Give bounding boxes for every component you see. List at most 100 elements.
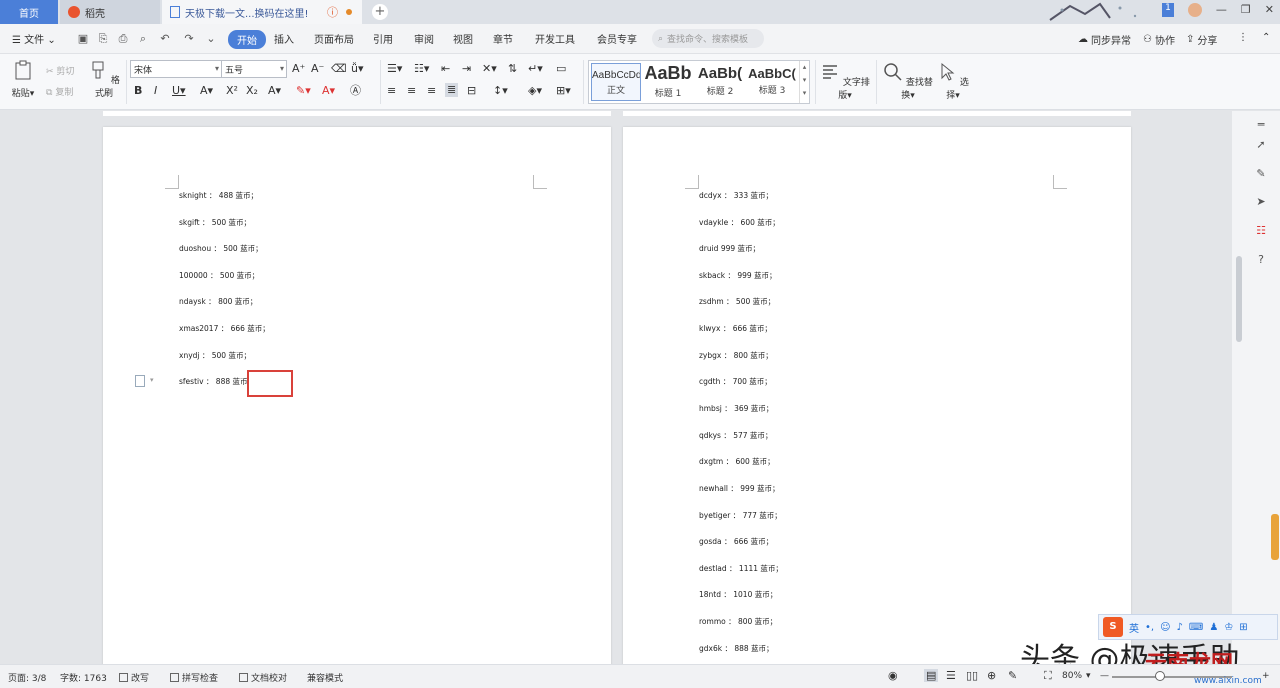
restore-button[interactable]: ❐ (1241, 3, 1251, 17)
fit-page-icon[interactable]: ⛶ (1044, 669, 1052, 683)
cut-button[interactable]: ✂ 剪切 (46, 64, 74, 77)
align-right-icon[interactable]: ≡ (427, 84, 436, 98)
font-color-icon[interactable]: A▾ (322, 84, 335, 98)
pen-icon[interactable]: ✎ (1254, 167, 1268, 181)
bullet-list-icon[interactable]: ☰▾ (387, 62, 402, 76)
print-icon[interactable]: ⎙ (116, 32, 130, 46)
text-layout-button[interactable]: 文字排版▾ (820, 62, 870, 101)
zoom-in-button[interactable]: + (1262, 671, 1270, 681)
menu-page-layout[interactable]: 页面布局 (314, 31, 354, 46)
tab-home[interactable]: 首页 (0, 0, 58, 24)
collab-button[interactable]: ⚇ 协作 (1143, 32, 1175, 47)
new-tab-button[interactable]: + (372, 4, 388, 20)
badge-count[interactable]: 1 (1162, 3, 1174, 17)
print-preview-icon[interactable]: ⌕ (136, 32, 150, 46)
share-button[interactable]: ⇪ 分享 (1186, 32, 1217, 47)
menu-dev-tools[interactable]: 开发工具 (535, 31, 575, 46)
shading-icon[interactable]: ◈▾ (528, 84, 542, 98)
emoji-icon[interactable]: ☺ (1160, 622, 1170, 633)
proofread-toggle[interactable]: 文档校对 (239, 671, 287, 684)
adjust-icon[interactable]: ☷ (1254, 224, 1268, 238)
pointer-icon[interactable]: ➤ (1254, 195, 1268, 209)
sync-status-button[interactable]: ☁ 同步异常 (1078, 32, 1131, 47)
style-normal[interactable]: AaBbCcDd 正文 (591, 63, 641, 101)
minimize-button[interactable]: — (1216, 3, 1227, 17)
tab-daoke[interactable]: 稻壳 (60, 0, 160, 24)
redo-icon[interactable]: ↷ (182, 32, 196, 46)
page-view-icon[interactable]: ▤ (924, 669, 939, 682)
chinese-layout-icon[interactable]: ✕▾ (482, 62, 497, 76)
web-view-icon[interactable]: ⊕ (987, 669, 996, 682)
zoom-level[interactable]: 80% (1062, 671, 1082, 681)
paragraph-doc-icon[interactable] (135, 375, 145, 387)
text-effect-icon[interactable]: A▾ (268, 84, 281, 98)
distribute-icon[interactable]: ⊟ (467, 84, 476, 98)
borders-icon[interactable]: ⊞▾ (556, 84, 571, 98)
eye-protect-icon[interactable]: ◉ (888, 669, 898, 682)
font-size-select[interactable]: 五号 ▾ (221, 60, 287, 78)
increase-indent-icon[interactable]: ⇥ (462, 62, 471, 76)
export-icon[interactable]: ⎘ (96, 32, 110, 46)
ime-lang-toggle[interactable]: 英 (1129, 620, 1139, 635)
zoom-dropdown-icon[interactable]: ▾ (1086, 671, 1091, 681)
avatar[interactable] (1187, 3, 1202, 17)
vertical-scrollbar[interactable] (1234, 111, 1244, 664)
collapse-ribbon-icon[interactable]: ⌃ (1262, 32, 1270, 43)
word-count[interactable]: 字数: 1763 (60, 671, 107, 684)
customize-icon[interactable]: ⌄ (204, 32, 218, 46)
collapse-panel-icon[interactable]: ═ (1254, 118, 1268, 132)
menu-chapter[interactable]: 章节 (493, 31, 513, 46)
style-heading-3[interactable]: AaBbC( 标题 3 (747, 63, 797, 101)
line-spacing-icon[interactable]: ↕▾ (493, 84, 508, 98)
font-name-select[interactable]: 宋体 ▾ (130, 60, 222, 78)
menu-insert[interactable]: 插入 (274, 31, 294, 46)
write-view-icon[interactable]: ✎ (1008, 669, 1017, 682)
menu-member[interactable]: 会员专享 (597, 31, 637, 46)
paste-button[interactable]: 粘贴▾ (8, 60, 38, 99)
file-menu[interactable]: ☰ 文件 ⌄ (12, 31, 56, 46)
page-indicator[interactable]: 页面: 3/8 (8, 671, 46, 684)
clear-format-icon[interactable]: ⌫ (331, 62, 347, 76)
strikethrough-icon[interactable]: A▾ (200, 84, 213, 98)
rocket-icon[interactable]: ➚ (1254, 138, 1268, 152)
mic-icon[interactable]: ♪ (1177, 622, 1183, 633)
grid-icon[interactable]: ⊞ (1239, 622, 1247, 633)
help-icon[interactable]: ? (1254, 253, 1268, 267)
command-search-input[interactable]: ⌕ 查找命令、搜索模板 (652, 29, 764, 48)
phonetic-icon[interactable]: ǚ▾ (351, 62, 364, 76)
zoom-out-button[interactable]: — (1100, 671, 1109, 681)
italic-icon[interactable]: I (154, 84, 157, 98)
reading-view-icon[interactable]: ▯▯ (966, 669, 978, 682)
keyboard-icon[interactable]: ⌨ (1189, 622, 1203, 633)
char-border-icon[interactable]: Ⓐ (350, 84, 361, 98)
undo-icon[interactable]: ↶ (158, 32, 172, 46)
side-handle[interactable] (1271, 514, 1279, 560)
shrink-font-icon[interactable]: A⁻ (311, 62, 324, 76)
para-marks-icon[interactable]: ↵▾ (528, 62, 543, 76)
page-right[interactable] (623, 127, 1131, 664)
punctuation-icon[interactable]: •, (1145, 622, 1154, 633)
warning-icon[interactable]: ⓘ (327, 4, 338, 20)
copy-button[interactable]: ⧉ 复制 (46, 85, 73, 98)
highlight-icon[interactable]: ✎▾ (296, 84, 311, 98)
table-border-icon[interactable]: ▭ (556, 62, 566, 76)
menu-start[interactable]: 开始 (228, 30, 266, 49)
outline-view-icon[interactable]: ☰ (946, 669, 956, 682)
align-left-icon[interactable]: ≡ (387, 84, 396, 98)
more-options-icon[interactable]: ⋮ (1238, 32, 1248, 43)
user-icon[interactable]: ♟ (1209, 622, 1218, 633)
menu-review[interactable]: 审阅 (414, 31, 434, 46)
close-button[interactable]: ✕ (1265, 3, 1274, 17)
align-center-icon[interactable]: ≡ (407, 84, 416, 98)
superscript-icon[interactable]: X² (226, 84, 238, 98)
find-replace-button[interactable]: 查找替换▾ (882, 62, 934, 101)
grow-font-icon[interactable]: A⁺ (292, 62, 305, 76)
bold-icon[interactable]: B (134, 84, 142, 98)
underline-icon[interactable]: U▾ (172, 84, 186, 98)
format-painter-button[interactable]: 格式刷 (88, 60, 120, 99)
justify-icon[interactable]: ≣ (445, 83, 459, 97)
tab-document[interactable]: 天极下载一文...换码在这里! ⓘ (162, 0, 362, 24)
revise-toggle[interactable]: 改写 (119, 671, 149, 684)
menu-reference[interactable]: 引用 (373, 31, 393, 46)
spell-check-toggle[interactable]: 拼写检查 (170, 671, 218, 684)
